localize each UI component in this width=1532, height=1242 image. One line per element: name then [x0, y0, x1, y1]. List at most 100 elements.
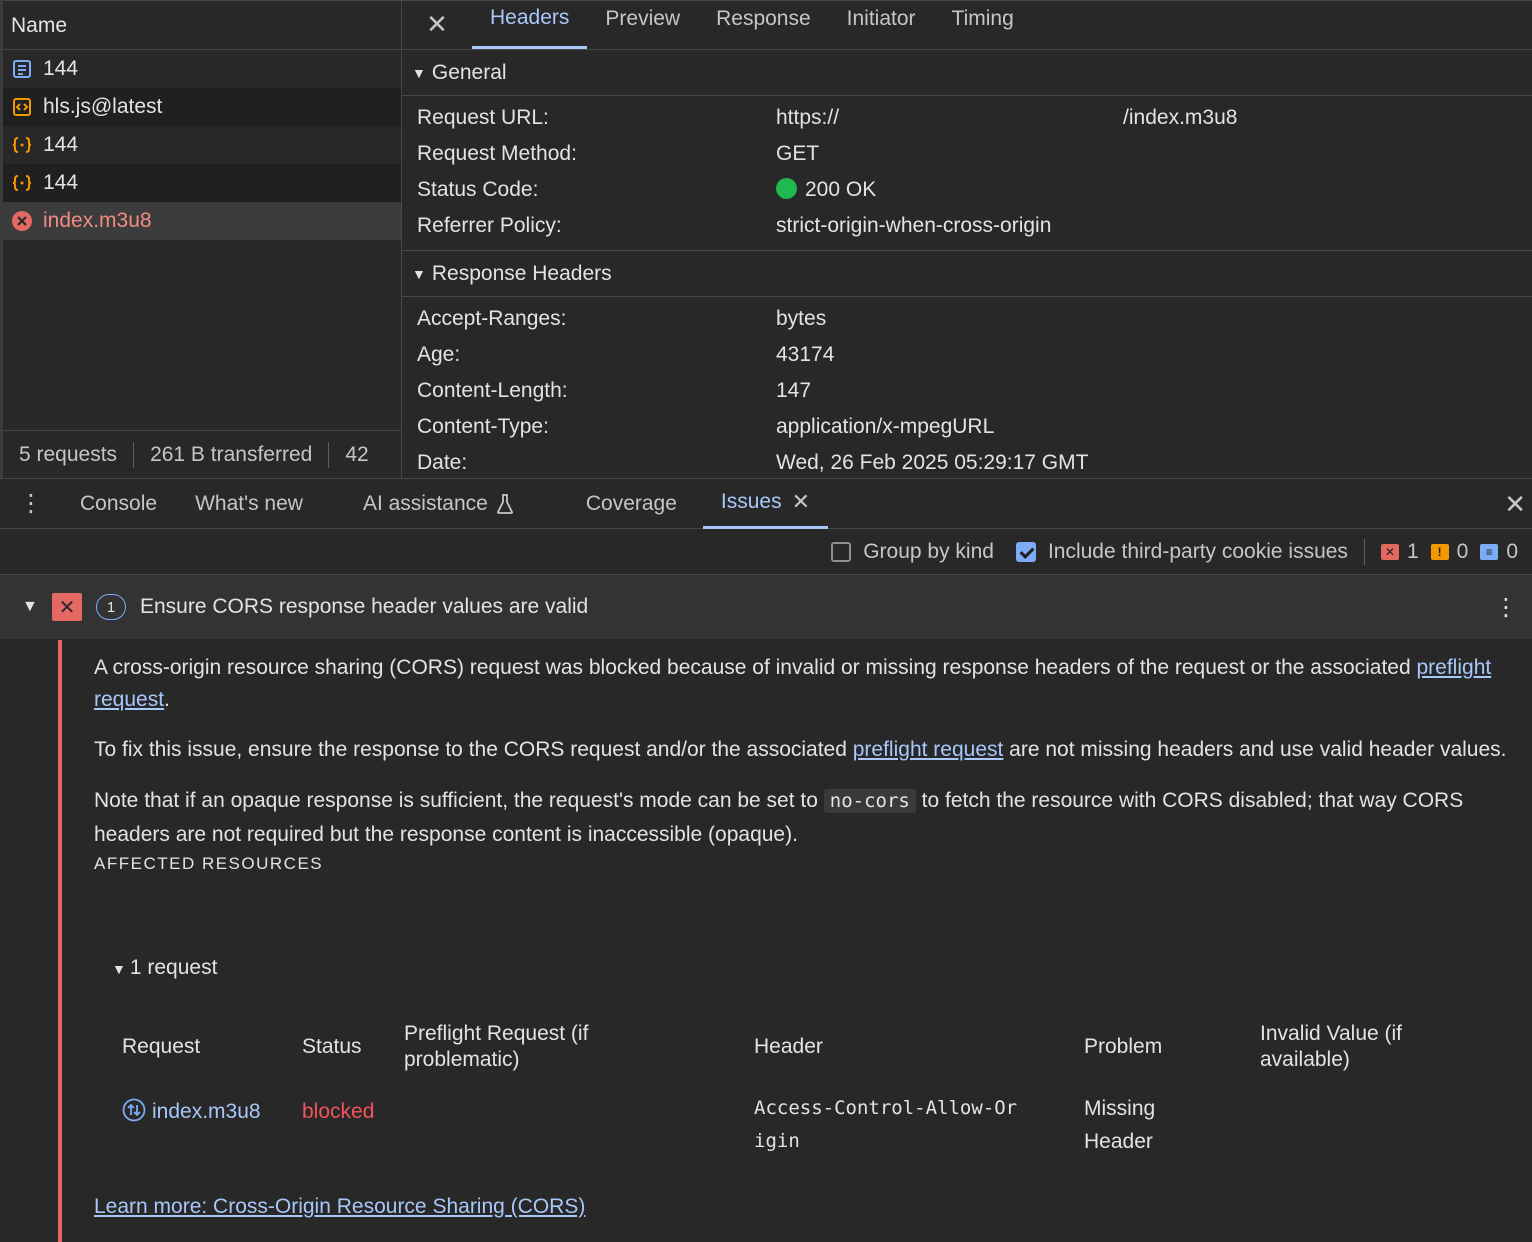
tab-response[interactable]: Response	[698, 0, 829, 49]
table-row: index.m3u8 blocked Access-Control-Allow-…	[122, 1082, 1450, 1158]
learn-more-text[interactable]: Learn more: Cross-Origin Resource Sharin…	[94, 1195, 585, 1218]
tab-console[interactable]: Console	[62, 479, 175, 529]
header-row: Referrer Policy: strict-origin-when-cros…	[402, 208, 1532, 244]
issue-more-icon[interactable]: ⋮	[1494, 593, 1518, 622]
request-name: 144	[43, 133, 79, 156]
third-party-cookie-checkbox[interactable]	[1015, 541, 1036, 562]
response-headers-section: Accept-Ranges: bytes Age: 43174 Content-…	[402, 297, 1532, 478]
response-headers-section-header[interactable]: ▼ Response Headers	[402, 251, 1532, 297]
request-row[interactable]: hls.js@latest	[3, 88, 401, 126]
column-header: Status	[302, 1035, 362, 1058]
request-row[interactable]: 144	[3, 126, 401, 164]
tab-headers[interactable]: Headers	[472, 0, 588, 49]
table-header-row: Request Status Preflight Request (if pro…	[122, 1012, 1450, 1082]
request-link-icon	[122, 1098, 146, 1122]
general-section-header[interactable]: ▼ General	[402, 50, 1532, 96]
header-row: Request Method: GET	[402, 136, 1532, 172]
request-name: 144	[43, 57, 79, 80]
request-name: 144	[43, 171, 79, 194]
info-badge-icon: ≡	[1480, 543, 1499, 560]
general-section: Request URL: https:// /index.m3u8 Request…	[402, 96, 1532, 251]
error-count[interactable]: ✕ 1	[1380, 539, 1419, 564]
section-title: Response Headers	[431, 261, 612, 285]
issue-body: A cross-origin resource sharing (CORS) r…	[58, 640, 1532, 1242]
issue-header[interactable]: ▼ ✕ 1 Ensure CORS response header values…	[0, 575, 1532, 639]
count-value: 0	[1506, 539, 1518, 563]
header-value: 147	[776, 379, 812, 402]
request-count-label: 1 request	[129, 956, 218, 979]
issue-count-badge: 1	[96, 594, 126, 620]
warning-count[interactable]: ! 0	[1430, 539, 1469, 564]
flask-icon	[496, 493, 514, 515]
header-key: Referrer Policy:	[417, 214, 562, 237]
header-value: bytes	[776, 307, 827, 330]
header-row: Age: 43174	[402, 337, 1532, 373]
request-count: 5 requests	[19, 442, 118, 466]
request-row-selected[interactable]: index.m3u8	[3, 202, 401, 240]
affected-resources-label: AFFECTED RESOURCES	[94, 854, 324, 873]
text: are not missing headers and use valid he…	[1003, 738, 1507, 761]
tab-whats-new[interactable]: What's new	[177, 479, 321, 529]
status-ok-icon	[776, 178, 797, 199]
close-drawer-icon[interactable]: ✕	[1504, 479, 1526, 529]
learn-more-link[interactable]: Learn more: Cross-Origin Resource Sharin…	[94, 1195, 585, 1219]
invalid-value-cell	[1260, 1082, 1450, 1158]
header-row: Content-Length: 147	[402, 373, 1532, 409]
issue-error-icon: ✕	[52, 593, 82, 621]
tab-ai-assistance[interactable]: AI assistance	[345, 479, 532, 529]
affected-request-toggle[interactable]: ▼ 1 request	[112, 956, 217, 980]
header-key: Date:	[417, 451, 468, 474]
document-icon	[11, 58, 33, 80]
count-value: 0	[1456, 539, 1469, 563]
tab-preview[interactable]: Preview	[587, 0, 698, 49]
request-name: hls.js@latest	[43, 95, 163, 118]
header-key: Content-Length:	[417, 379, 568, 402]
tab-initiator[interactable]: Initiator	[829, 0, 934, 49]
request-cell[interactable]: index.m3u8	[122, 1082, 302, 1158]
header-value[interactable]: https:// /index.m3u8	[776, 106, 1237, 130]
triangle-down-icon: ▼	[412, 265, 426, 282]
header-value: 43174	[776, 343, 835, 366]
tab-timing[interactable]: Timing	[934, 0, 1032, 49]
request-url-start: https://	[776, 106, 840, 129]
close-tab-icon[interactable]: ✕	[792, 489, 810, 515]
header-row: Accept-Ranges: bytes	[402, 301, 1532, 337]
close-icon[interactable]: ✕	[402, 0, 472, 49]
header-value: strict-origin-when-cross-origin	[776, 214, 1052, 237]
affected-resources-table: Request Status Preflight Request (if pro…	[122, 1012, 1450, 1158]
header-row: Date: Wed, 26 Feb 2025 05:29:17 GMT	[402, 445, 1532, 478]
request-row[interactable]: 144	[3, 50, 401, 88]
request-url-end: /index.m3u8	[1123, 106, 1238, 129]
group-by-kind-checkbox[interactable]	[831, 541, 852, 562]
header-row: Request URL: https:// /index.m3u8	[402, 100, 1532, 136]
tab-coverage[interactable]: Coverage	[568, 479, 695, 529]
header-value: GET	[776, 142, 820, 165]
text: To fix this issue, ensure the response t…	[94, 738, 853, 761]
group-by-kind-label: Group by kind	[863, 539, 994, 563]
header-key: Request URL:	[417, 106, 549, 129]
issues-drawer: ⋮ Console What's new AI assistance Cover…	[0, 478, 1532, 1242]
warning-badge-icon: !	[1430, 543, 1449, 560]
request-link[interactable]: index.m3u8	[152, 1100, 261, 1123]
header-value: 200 OK	[776, 178, 876, 202]
drawer-tabs: ⋮ Console What's new AI assistance Cover…	[0, 479, 1532, 529]
count-value: 1	[1406, 539, 1419, 563]
detail-tabs: ✕ Headers Preview Response Initiator Tim…	[402, 0, 1532, 50]
preflight-request-link[interactable]: preflight request	[853, 738, 1004, 761]
tab-issues[interactable]: Issues ✕	[702, 479, 829, 529]
info-count[interactable]: ≡ 0	[1480, 540, 1518, 564]
status-cell: blocked	[302, 1100, 375, 1123]
network-summary-bar: 5 requests 261 B transferred 42	[3, 430, 402, 478]
issue-description: A cross-origin resource sharing (CORS) r…	[94, 652, 1532, 716]
header-cell: Access-Control-Allow-Origin	[754, 1097, 1018, 1152]
text: Note that if an opaque response is suffi…	[94, 789, 824, 812]
more-options-icon[interactable]: ⋮	[0, 479, 62, 529]
column-header: Request	[122, 1035, 201, 1058]
name-column-header[interactable]: Name	[3, 0, 401, 50]
header-key: Status Code:	[417, 178, 539, 201]
request-row[interactable]: 144	[3, 164, 401, 202]
network-panel: Name 144 hls.js@latest 144 144 index.m3u…	[0, 0, 1532, 478]
header-key: Accept-Ranges:	[417, 307, 567, 330]
resources-size: 42	[345, 442, 369, 466]
triangle-down-icon: ▼	[112, 961, 126, 977]
